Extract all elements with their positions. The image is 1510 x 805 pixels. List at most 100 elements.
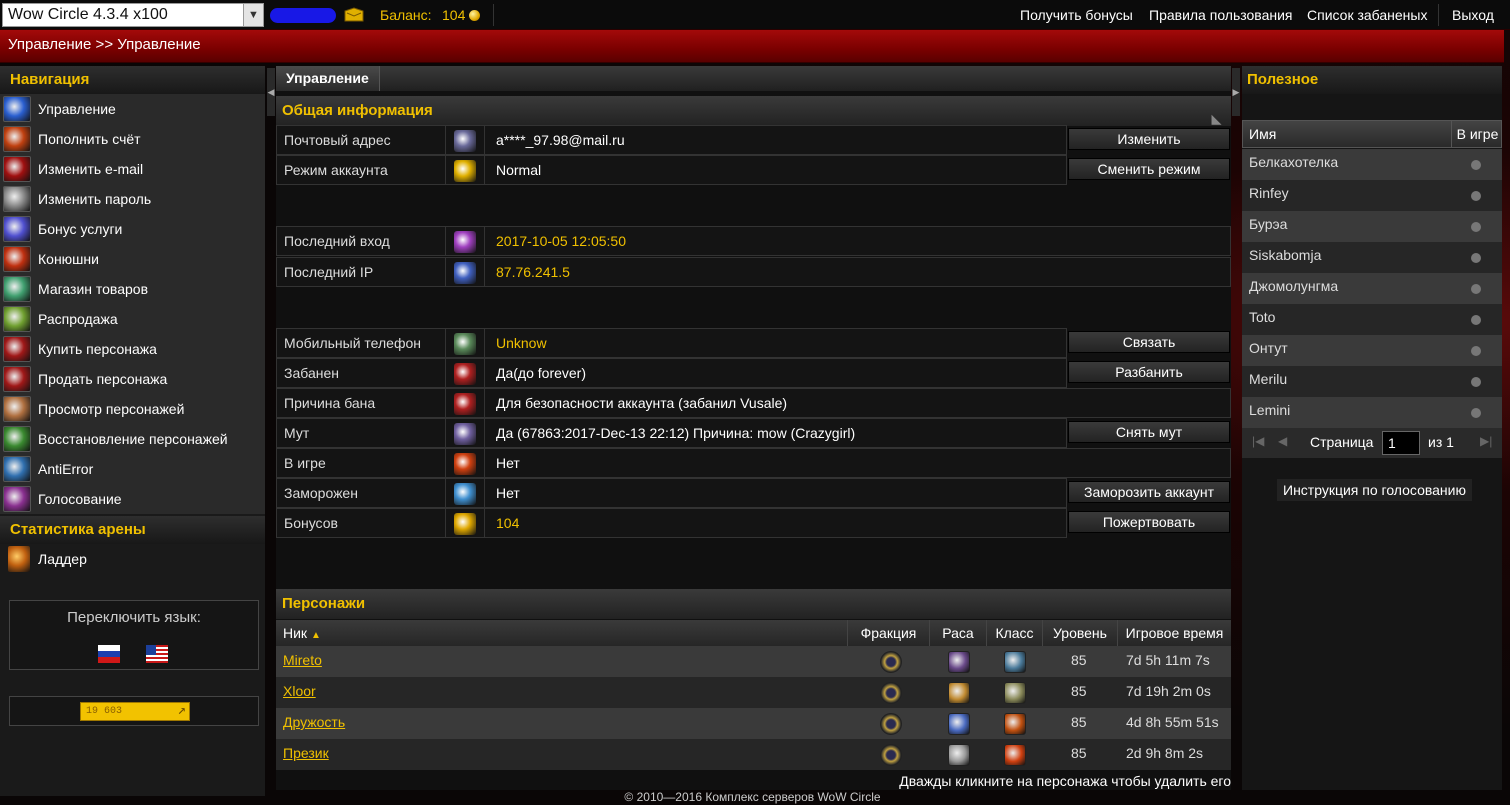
col-faction[interactable]: Фракция: [848, 620, 930, 646]
mute-icon: [454, 423, 476, 445]
collapse-right-button[interactable]: ▶: [1232, 68, 1240, 116]
divider: [1438, 4, 1439, 26]
get-bonuses-link[interactable]: Получить бонусы: [1020, 7, 1133, 23]
nav-item[interactable]: Просмотр персонажей: [0, 394, 265, 424]
logout-link[interactable]: Выход: [1452, 7, 1494, 23]
info-action-button[interactable]: Разбанить: [1068, 361, 1230, 383]
language-label: Переключить язык:: [67, 609, 201, 626]
banned-list-link[interactable]: Список забаненых: [1307, 7, 1427, 23]
col-nickname[interactable]: Ник ▲: [276, 620, 848, 646]
sale-icon: [3, 306, 31, 332]
info-row: Причина бана Для безопасности аккаунта (з…: [276, 388, 1231, 418]
nav-item-label: Пополнить счёт: [38, 131, 141, 147]
page-input[interactable]: 1: [1382, 431, 1420, 455]
info-row: Последний IP 87.76.241.5: [276, 257, 1231, 287]
nav-item[interactable]: Восстановление персонажей: [0, 424, 265, 454]
col-in-game[interactable]: В игре: [1451, 121, 1503, 147]
online-player-row[interactable]: Lemini: [1242, 397, 1502, 428]
arena-item[interactable]: Ладдер: [0, 544, 265, 574]
nav-item[interactable]: Магазин товаров: [0, 274, 265, 304]
col-class[interactable]: Класс: [987, 620, 1043, 646]
col-play-time[interactable]: Игровое время: [1118, 620, 1231, 646]
nav-item[interactable]: Конюшни: [0, 244, 265, 274]
delete-hint: Дважды кликните на персонажа чтобы удали…: [899, 773, 1231, 789]
character-row[interactable]: Xloor 85 7d 19h 2m 0s: [276, 677, 1231, 708]
character-name-link[interactable]: Презик: [283, 745, 329, 761]
us-flag-icon[interactable]: [146, 645, 168, 663]
col-name[interactable]: Имя: [1249, 126, 1276, 142]
character-name-link[interactable]: Xloor: [283, 683, 316, 699]
online-player-row[interactable]: Toto: [1242, 304, 1502, 335]
info-row: Заморожен Нет Заморозить аккаунт: [276, 478, 1231, 508]
character-name-link[interactable]: Дружость: [283, 714, 345, 730]
nav-item[interactable]: Управление: [0, 94, 265, 124]
nav-item[interactable]: Пополнить счёт: [0, 124, 265, 154]
online-player-row[interactable]: Белкахотелка: [1242, 149, 1502, 180]
info-icon-cell: [446, 418, 485, 448]
restore-characters-icon: [3, 426, 31, 452]
arena-stats-title: Статистика арены: [0, 516, 265, 544]
online-player-row[interactable]: Бурэа: [1242, 211, 1502, 242]
stables-icon: [3, 246, 31, 272]
star-icon: [454, 160, 476, 182]
prev-page-icon[interactable]: ◀: [1278, 434, 1287, 448]
nav-item[interactable]: Голосование: [0, 484, 265, 514]
general-info-title: Общая информация: [282, 102, 433, 119]
info-action-button[interactable]: Сменить режим: [1068, 158, 1230, 180]
player-name: Джомолунгма: [1249, 278, 1339, 294]
mail-icon: [454, 130, 476, 152]
nav-item[interactable]: Распродажа: [0, 304, 265, 334]
nav-item[interactable]: AntiError: [0, 454, 265, 484]
usage-rules-link[interactable]: Правила пользования: [1149, 7, 1293, 23]
ban-reason-icon: [454, 393, 476, 415]
character-row[interactable]: Дружость 85 4d 8h 55m 51s: [276, 708, 1231, 739]
nav-item-label: Купить персонажа: [38, 341, 157, 357]
online-player-row[interactable]: Rinfey: [1242, 180, 1502, 211]
voting-guide-button[interactable]: Инструкция по голосованию: [1277, 479, 1472, 501]
character-row[interactable]: Mireto 85 7d 5h 11m 7s: [276, 646, 1231, 677]
character-name-link[interactable]: Mireto: [283, 652, 322, 668]
balance-value: 104: [442, 7, 466, 23]
nav-item[interactable]: Купить персонажа: [0, 334, 265, 364]
online-player-row[interactable]: Джомолунгма: [1242, 273, 1502, 304]
info-label: Причина бана: [276, 388, 446, 418]
info-action-button[interactable]: Связать: [1068, 331, 1230, 353]
online-player-row[interactable]: Онтут: [1242, 335, 1502, 366]
nav-item[interactable]: Бонус услуги: [0, 214, 265, 244]
ban-icon: [454, 363, 476, 385]
general-info-header: Общая информация ◣: [276, 96, 1231, 126]
control-panel-icon: [3, 96, 31, 122]
tab-management[interactable]: Управление: [276, 66, 380, 91]
col-race[interactable]: Раса: [930, 620, 987, 646]
russian-flag-icon[interactable]: [98, 645, 120, 663]
info-row: Последний вход 2017-10-05 12:05:50: [276, 226, 1231, 256]
nav-item[interactable]: Изменить пароль: [0, 184, 265, 214]
info-action-button[interactable]: Пожертвовать: [1068, 511, 1230, 533]
character-row[interactable]: Презик 85 2d 9h 8m 2s: [276, 739, 1231, 770]
chevron-down-icon[interactable]: ▼: [243, 4, 263, 26]
server-select[interactable]: Wow Circle 4.3.4 x100 ▼: [2, 3, 264, 27]
in-game-status-icon: [1471, 284, 1481, 294]
info-icon-cell: [446, 226, 485, 256]
col-level[interactable]: Уровень: [1043, 620, 1118, 646]
visit-counter[interactable]: 19 603 ↗: [80, 702, 190, 721]
info-label: В игре: [276, 448, 446, 478]
online-player-row[interactable]: Siskabomja: [1242, 242, 1502, 273]
last-page-icon[interactable]: ▶|: [1480, 434, 1492, 448]
info-value: Нет: [485, 448, 1231, 478]
nav-item[interactable]: Изменить e-mail: [0, 154, 265, 184]
ladder-icon: [8, 546, 30, 572]
class-icon: [1004, 682, 1026, 704]
info-value: Нет: [485, 478, 1067, 508]
info-label: Забанен: [276, 358, 446, 388]
nav-item[interactable]: Продать персонажа: [0, 364, 265, 394]
info-action-button[interactable]: Заморозить аккаунт: [1068, 481, 1230, 503]
in-game-status-icon: [1471, 222, 1481, 232]
first-page-icon[interactable]: |◀: [1252, 434, 1264, 448]
info-action-button[interactable]: Снять мут: [1068, 421, 1230, 443]
info-label: Заморожен: [276, 478, 446, 508]
alliance-faction-icon: [880, 744, 902, 766]
online-player-row[interactable]: Merilu: [1242, 366, 1502, 397]
info-action-button[interactable]: Изменить: [1068, 128, 1230, 150]
collapse-left-button[interactable]: ◀: [267, 68, 275, 116]
